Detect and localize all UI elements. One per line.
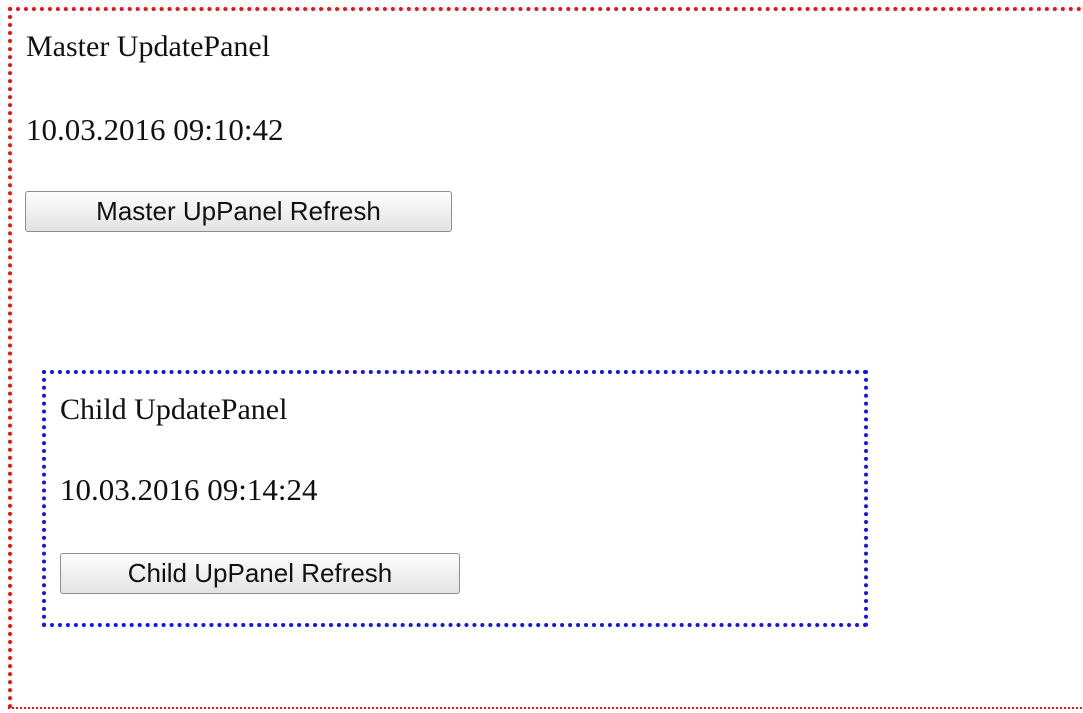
child-refresh-button[interactable]: Child UpPanel Refresh (60, 553, 460, 594)
child-panel-timestamp: 10.03.2016 09:14:24 (60, 472, 318, 507)
child-update-panel: Child UpdatePanel 10.03.2016 09:14:24 Ch… (42, 370, 868, 627)
master-update-panel: Master UpdatePanel 10.03.2016 09:10:42 M… (8, 7, 1083, 709)
child-panel-title: Child UpdatePanel (60, 393, 288, 426)
master-panel-timestamp: 10.03.2016 09:10:42 (26, 112, 284, 147)
master-refresh-button[interactable]: Master UpPanel Refresh (25, 191, 452, 232)
master-panel-title: Master UpdatePanel (26, 30, 271, 63)
